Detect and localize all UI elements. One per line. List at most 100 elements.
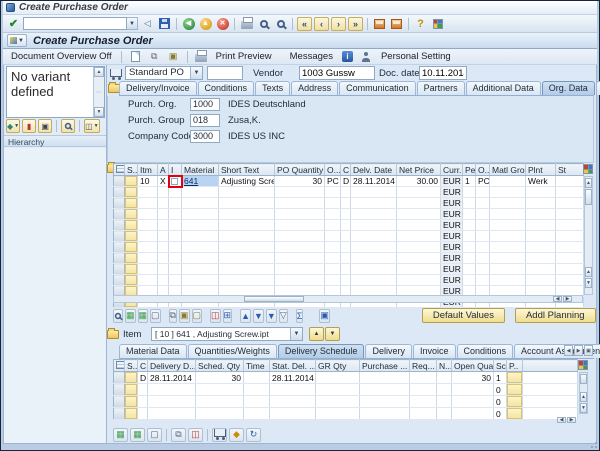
item-grid-cell[interactable] (182, 275, 219, 286)
item-grid-row-selector[interactable] (114, 264, 125, 275)
item-category-cell-highlighted[interactable] (169, 176, 182, 187)
schedule-grid-cell[interactable] (270, 408, 316, 420)
item-grid-cell[interactable] (341, 275, 351, 286)
snapshot-button[interactable]: ▣ (38, 119, 52, 133)
item-grid-cell[interactable] (182, 242, 219, 253)
schedule-grid-row-selector[interactable] (114, 396, 125, 408)
schedule-grid-col-time[interactable]: Time (244, 360, 270, 372)
filter-button[interactable]: ▼ (253, 309, 264, 323)
schedule-grid-cell[interactable] (244, 408, 270, 420)
hold-button[interactable]: ⧉ (147, 50, 162, 64)
schedule-grid-cell[interactable] (148, 408, 196, 420)
tab-scroll-right-icon[interactable]: ▶ (574, 345, 583, 356)
item-grid-cell[interactable] (158, 242, 169, 253)
item-grid-cell[interactable] (397, 209, 441, 220)
item-grid-cell[interactable] (351, 209, 397, 220)
command-dropdown-icon[interactable]: ▼ (127, 17, 138, 30)
item-grid-cell[interactable] (182, 264, 219, 275)
schedule-grid-col-purchase[interactable]: Purchase ... (360, 360, 410, 372)
item-grid-cell[interactable]: EUR (441, 209, 463, 220)
doc-type-combo[interactable]: Standard PO▼ (125, 66, 203, 80)
item-grid-cell[interactable] (490, 187, 526, 198)
item-grid-cell[interactable] (125, 198, 138, 209)
schedule-grid-cell[interactable]: D (138, 372, 148, 384)
item-grid-cell[interactable] (556, 253, 584, 264)
schedule-grid-cell[interactable] (125, 384, 138, 396)
item-grid-cell[interactable] (341, 209, 351, 220)
schedule-grid-cell[interactable] (138, 396, 148, 408)
item-grid-cell[interactable] (138, 209, 158, 220)
field-value-box[interactable]: 3000 (190, 130, 220, 143)
find-next-button[interactable] (273, 17, 288, 31)
schedule-grid-cell[interactable] (196, 396, 244, 408)
item-grid-col-matl-group[interactable]: Matl Group (490, 164, 526, 176)
item-grid-cell[interactable] (526, 209, 556, 220)
schedule-grid-col-sched-qty[interactable]: Sched. Qty (196, 360, 244, 372)
item-grid-cell[interactable] (138, 264, 158, 275)
vendor-field[interactable] (299, 66, 375, 80)
unlock-item-button[interactable]: ▢ (192, 309, 203, 323)
item-grid-cell[interactable] (158, 253, 169, 264)
item-grid-col-po-quantity[interactable]: PO Quantity (275, 164, 325, 176)
item-grid-cell[interactable] (556, 264, 584, 275)
item-grid-cell[interactable] (275, 253, 325, 264)
schedule-grid-row-selector[interactable] (114, 408, 125, 420)
print-button[interactable] (239, 17, 254, 31)
item-grid-cell[interactable] (463, 220, 476, 231)
enter-icon[interactable]: ✔ (6, 17, 21, 31)
exit-button[interactable]: ▲ (198, 17, 213, 31)
item-grid-cell[interactable] (476, 242, 490, 253)
scroll-up2-icon[interactable]: ▲ (585, 267, 592, 277)
addl-planning-button[interactable]: Addl Planning (515, 308, 596, 323)
item-grid-cell[interactable] (169, 231, 182, 242)
new-session-button[interactable] (372, 17, 387, 31)
item-grid-cell[interactable] (341, 264, 351, 275)
item-grid-cell[interactable] (526, 187, 556, 198)
item-grid-cell[interactable] (275, 264, 325, 275)
item-grid-cell[interactable] (463, 209, 476, 220)
item-grid-cell[interactable] (397, 253, 441, 264)
item-grid-cell[interactable]: EUR (441, 198, 463, 209)
schedule-grid-cell[interactable] (270, 396, 316, 408)
lock-item-button[interactable]: ▣ (179, 309, 190, 323)
help-button[interactable]: ? (413, 17, 428, 31)
item-grid-cell[interactable] (169, 242, 182, 253)
item-grid-cell[interactable] (341, 187, 351, 198)
item-grid-cell[interactable] (397, 198, 441, 209)
item-grid-cell[interactable] (556, 176, 584, 187)
schedule-grid-cell[interactable] (138, 408, 148, 420)
item-grid-cell[interactable] (138, 198, 158, 209)
material-cell-selected[interactable]: 641 (182, 176, 219, 187)
item-grid-cell[interactable] (219, 198, 275, 209)
scroll-down-icon[interactable]: ▼ (580, 403, 587, 413)
item-grid-cell[interactable] (351, 275, 397, 286)
item-grid-row-selector[interactable] (114, 198, 125, 209)
item-grid-col-short-text[interactable]: Short Text (219, 164, 275, 176)
display-button[interactable]: ▢ (147, 428, 162, 442)
schedule-grid-cell[interactable] (270, 384, 316, 396)
item-grid-cell[interactable] (275, 231, 325, 242)
scroll-left-icon[interactable]: ◀ (553, 296, 562, 302)
item-grid-cell[interactable] (125, 275, 138, 286)
item-grid-cell[interactable] (219, 253, 275, 264)
schedule-grid-cell[interactable] (316, 384, 360, 396)
schedule-grid-cell[interactable] (148, 396, 196, 408)
delete-item-button[interactable]: ◫ (210, 309, 221, 323)
item-grid-row-selector[interactable] (114, 275, 125, 286)
item-grid-col-st[interactable]: St (556, 164, 584, 176)
scroll-thumb[interactable] (244, 296, 304, 302)
item-grid-cell[interactable]: Werk (526, 176, 556, 187)
customize-layout-button[interactable] (430, 17, 445, 31)
item-grid-cell[interactable] (490, 209, 526, 220)
account-details-button[interactable]: ▦ (113, 428, 128, 442)
item-grid-cell[interactable] (351, 198, 397, 209)
previous-item-button[interactable]: ▲ (309, 327, 324, 341)
schedule-grid-cell[interactable]: 1 (494, 372, 507, 384)
item-grid-cell[interactable] (158, 209, 169, 220)
refresh-button[interactable]: ↻ (246, 428, 261, 442)
schedule-grid-col-delivery-d[interactable]: Delivery D... (148, 360, 196, 372)
item-grid-col-material[interactable]: Material (182, 164, 219, 176)
history-icon[interactable]: ◁ (140, 17, 155, 31)
item-grid-cell[interactable]: Adjusting Screw (219, 176, 275, 187)
schedule-grid-cell[interactable] (452, 396, 494, 408)
